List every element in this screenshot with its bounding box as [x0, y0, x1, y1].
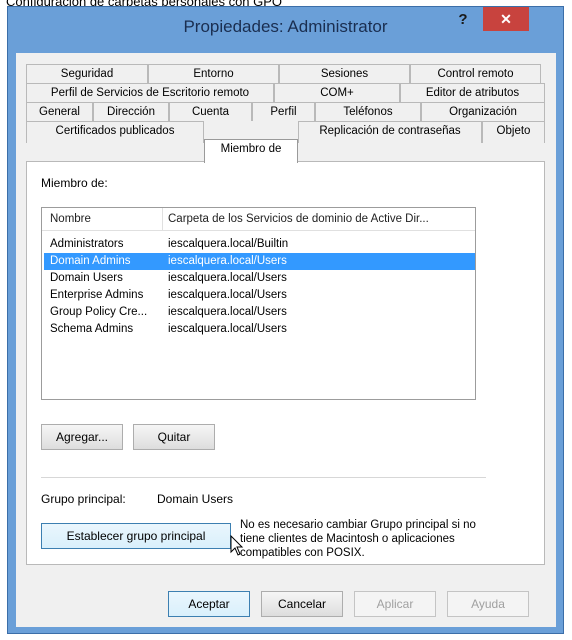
tab-objeto[interactable]: Objeto: [482, 121, 545, 143]
groups-list[interactable]: Nombre Carpeta de los Servicios de domin…: [41, 207, 476, 400]
group-name: Enterprise Admins: [50, 289, 144, 301]
member-of-label: Miembro de:: [41, 176, 108, 190]
apply-button[interactable]: Aplicar: [354, 591, 436, 617]
group-folder: iescalquera.local/Users: [168, 272, 287, 284]
column-header-carpeta[interactable]: Carpeta de los Servicios de dominio de A…: [168, 208, 429, 230]
tab-perfil-escritorio-remoto[interactable]: Perfil de Servicios de Escritorio remoto: [26, 83, 274, 102]
tab-certificados-publicados[interactable]: Certificados publicados: [26, 121, 204, 143]
tab-miembro-de[interactable]: Miembro de: [204, 139, 298, 163]
column-header-nombre[interactable]: Nombre: [50, 208, 91, 230]
group-name: Domain Admins: [50, 255, 131, 267]
window-title: Propiedades: Administrator: [183, 17, 388, 36]
tab-control-remoto[interactable]: Control remoto: [410, 64, 541, 83]
group-folder: iescalquera.local/Users: [168, 255, 287, 267]
tab-cuenta[interactable]: Cuenta: [169, 102, 252, 121]
ok-button[interactable]: Aceptar: [168, 591, 250, 617]
table-row[interactable]: Schema Admins iescalquera.local/Users: [44, 321, 475, 338]
cancel-button[interactable]: Cancelar: [261, 591, 343, 617]
column-divider[interactable]: [162, 208, 163, 230]
list-header: Nombre Carpeta de los Servicios de domin…: [42, 208, 475, 231]
properties-dialog: Propiedades: Administrator ? ✕ Seguridad…: [7, 6, 564, 634]
dialog-body: Seguridad Entorno Sesiones Control remot…: [16, 53, 556, 627]
divider: [41, 477, 486, 478]
primary-group-note: No es necesario cambiar Grupo principal …: [240, 519, 476, 559]
member-of-panel: Miembro de: Nombre Carpeta de los Servic…: [26, 161, 545, 565]
group-name: Domain Users: [50, 272, 123, 284]
tab-sesiones[interactable]: Sesiones: [279, 64, 410, 83]
table-row[interactable]: Enterprise Admins iescalquera.local/User…: [44, 287, 475, 304]
table-row[interactable]: Administrators iescalquera.local/Builtin: [44, 236, 475, 253]
close-button[interactable]: ✕: [483, 7, 529, 31]
primary-group-value: Domain Users: [157, 492, 234, 506]
table-row[interactable]: Group Policy Cre... iescalquera.local/Us…: [44, 304, 475, 321]
tab-com-plus[interactable]: COM+: [274, 83, 400, 102]
group-folder: iescalquera.local/Users: [168, 306, 287, 318]
remove-button[interactable]: Quitar: [133, 424, 215, 450]
tab-seguridad[interactable]: Seguridad: [26, 64, 148, 83]
tab-direccion[interactable]: Dirección: [93, 102, 169, 121]
tab-telefonos[interactable]: Teléfonos: [315, 102, 421, 121]
group-folder: iescalquera.local/Users: [168, 323, 287, 335]
tab-editor-atributos[interactable]: Editor de atributos: [400, 83, 545, 102]
tab-entorno[interactable]: Entorno: [148, 64, 279, 83]
tab-replicacion-contrasenas[interactable]: Replicación de contraseñas: [298, 121, 482, 143]
group-name: Group Policy Cre...: [50, 306, 148, 318]
mouse-pointer-icon: [230, 535, 244, 556]
add-button[interactable]: Agregar...: [41, 424, 123, 450]
primary-group-label: Grupo principal:: [41, 492, 126, 506]
table-row-selected[interactable]: Domain Admins iescalquera.local/Users: [44, 253, 475, 270]
tab-perfil[interactable]: Perfil: [252, 102, 315, 121]
tab-organizacion[interactable]: Organización: [421, 102, 545, 121]
title-bar[interactable]: Propiedades: Administrator ? ✕: [8, 7, 563, 53]
table-row[interactable]: Domain Users iescalquera.local/Users: [44, 270, 475, 287]
help-button[interactable]: Ayuda: [447, 591, 529, 617]
group-folder: iescalquera.local/Builtin: [168, 238, 289, 250]
set-primary-group-button[interactable]: Establecer grupo principal: [41, 523, 231, 549]
group-name: Schema Admins: [50, 323, 134, 335]
group-name: Administrators: [50, 238, 124, 250]
tab-general[interactable]: General: [26, 102, 93, 121]
help-title-button[interactable]: ?: [449, 9, 477, 31]
group-folder: iescalquera.local/Users: [168, 289, 287, 301]
